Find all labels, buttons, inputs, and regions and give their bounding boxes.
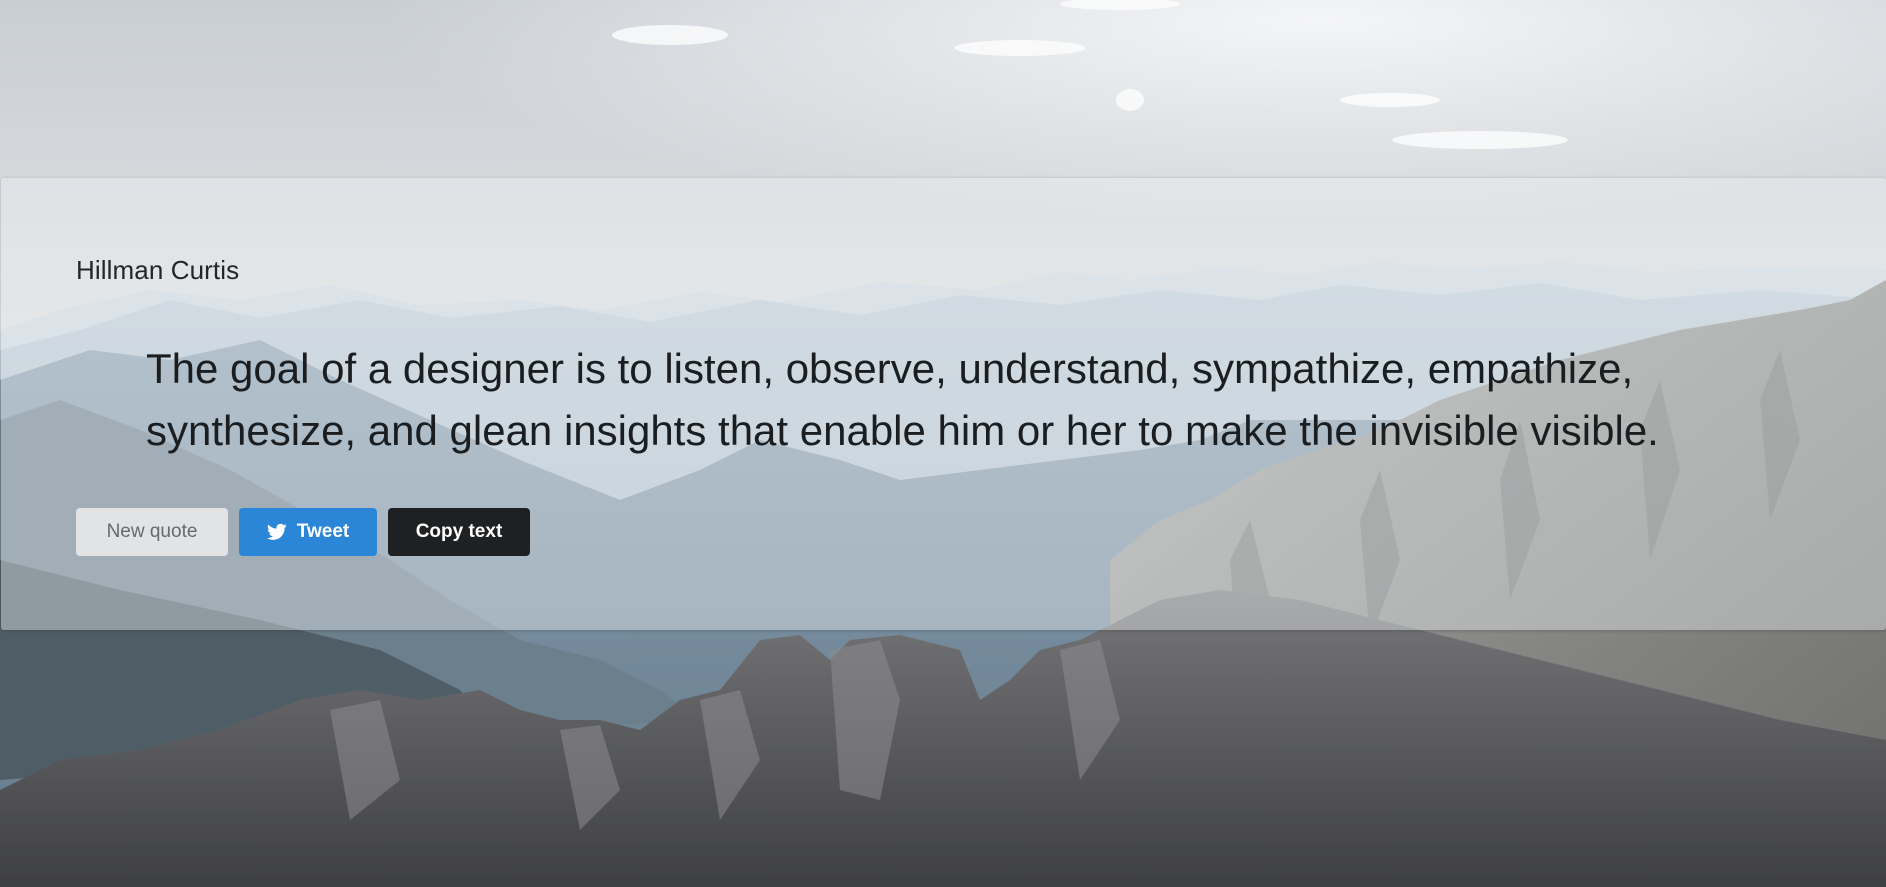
quote-author: Hillman Curtis	[76, 255, 240, 285]
new-quote-button[interactable]: New quote	[76, 508, 228, 556]
quote-card: Hillman Curtis The goal of a designer is…	[1, 177, 1886, 630]
tweet-button-label: Tweet	[296, 521, 350, 542]
twitter-bird-icon	[266, 523, 287, 541]
copy-text-button[interactable]: Copy text	[388, 508, 530, 556]
quote-text: The goal of a designer is to listen, obs…	[146, 345, 1659, 454]
tweet-button[interactable]: Tweet	[239, 508, 377, 556]
quote-actions: New quote Tweet Copy text	[76, 508, 530, 556]
